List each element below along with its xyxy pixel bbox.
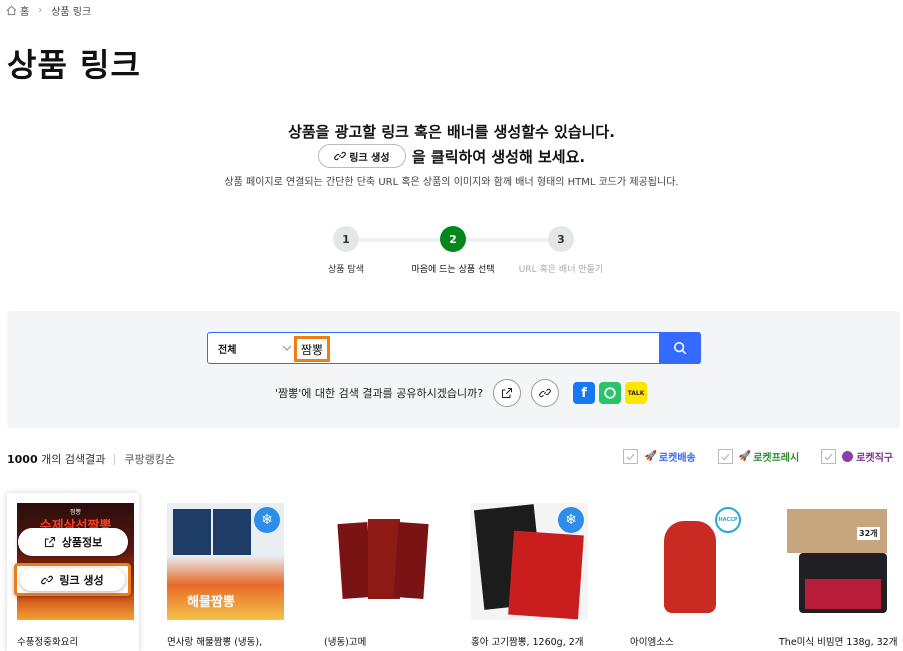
breadcrumb: 홈 › 상품 링크 [6, 3, 92, 18]
product-grid: 짬뽕 수제삼선짬뽕 상품정보 링크 생성 수풍정중화요리 해물짬뽕 ❄ 면사랑 … [7, 493, 903, 651]
search-bar: 전체 짬뽕 [207, 332, 701, 364]
create-link-pill: 링크 생성 [20, 568, 125, 591]
search-panel: 전체 짬뽕 '짬뽕'에 대한 검색 결과를 공유하시겠습니까? f TALK [7, 311, 900, 428]
inline-link-create-label: 링크 생성 [349, 152, 390, 164]
share-row: '짬뽕'에 대한 검색 결과를 공유하시겠습니까? f TALK [275, 379, 648, 407]
product-card[interactable]: (냉동)고메 [314, 493, 446, 651]
product-card[interactable]: 32개 The미식 비빔면 138g, 32개 [769, 493, 901, 651]
intro-headline-2: 링크 생성 을 클릭하여 생성해 보세요. [0, 144, 903, 168]
product-info-label: 상품정보 [61, 536, 103, 549]
product-image-text: 32개 [857, 527, 880, 540]
breadcrumb-current: 상품 링크 [51, 6, 92, 18]
product-card[interactable]: HACCP 아이엠소스 [620, 493, 752, 651]
share-prompt: '짬뽕'에 대한 검색 결과를 공유하시겠습니까? [275, 387, 484, 400]
divider [114, 453, 116, 465]
category-value: 전체 [218, 344, 237, 356]
step-1-circle: 1 [333, 226, 359, 252]
checkbox[interactable] [623, 449, 639, 464]
product-card[interactable]: 짬뽕 수제삼선짬뽕 상품정보 링크 생성 수풍정중화요리 [7, 493, 139, 651]
search-input[interactable]: 짬뽕 [294, 336, 330, 362]
product-title[interactable]: (냉동)고메 [324, 636, 454, 649]
kakaotalk-icon[interactable]: TALK [625, 382, 648, 404]
step-2-circle: 2 [440, 226, 466, 252]
progress-steps: 1 2 3 상품 탐색 마음에 드는 상품 선택 URL 혹은 배너 만들기 [316, 226, 616, 276]
external-link-button[interactable] [493, 379, 522, 407]
product-title[interactable]: 홍아 고기짬뽕, 1260g, 2개 [471, 636, 601, 649]
snowflake-icon: ❄ [558, 507, 584, 533]
product-title[interactable]: The미식 비빔면 138g, 32개 [779, 636, 903, 649]
filter-label: 로켓배송 [658, 453, 696, 464]
inline-link-create-button[interactable]: 링크 생성 [317, 144, 406, 168]
product-info-button[interactable]: 상품정보 [18, 528, 128, 556]
filter-label: 로켓프레시 [753, 453, 800, 464]
home-icon[interactable] [6, 5, 20, 16]
results-count: 1000 [7, 452, 38, 466]
haccp-badge: HACCP [715, 507, 741, 533]
checkbox[interactable] [821, 449, 837, 464]
rocket-global-icon [842, 451, 854, 462]
product-image[interactable]: 짬뽕 수제삼선짬뽕 [17, 503, 134, 620]
product-image[interactable]: 해물짬뽕 ❄ [167, 503, 284, 620]
filter-rocket-fresh[interactable]: 🚀 로켓프레시 [717, 449, 800, 464]
category-select[interactable]: 전체 [208, 333, 292, 363]
product-title[interactable]: 수풍정중화요리 [17, 636, 147, 649]
snowflake-icon: ❄ [254, 507, 280, 533]
breadcrumb-home[interactable]: 홈 [20, 3, 29, 18]
page-title: 상품 링크 [7, 46, 141, 84]
step-3-circle: 3 [548, 226, 574, 252]
rocket-icon: 🚀 [644, 451, 657, 462]
search-query-text: 짬뽕 [301, 342, 324, 357]
filter-rocket-global[interactable]: 로켓직구 [821, 449, 893, 464]
external-link-icon [44, 536, 55, 548]
step-2-label: 마음에 드는 상품 선택 [411, 265, 495, 275]
intro-line2-suffix: 을 클릭하여 생성해 보세요. [411, 147, 586, 166]
delivery-filters: 🚀 로켓배송 🚀 로켓프레시 로켓직구 [601, 449, 893, 464]
chevron-right-icon: › [38, 4, 43, 16]
results-count-suffix: 개의 검색결과 [37, 453, 106, 466]
link-icon [539, 388, 551, 398]
filter-label: 로켓직구 [856, 453, 893, 464]
intro-description: 상품 페이지로 연결되는 간단한 단축 URL 혹은 상품의 이미지와 함께 배… [224, 177, 679, 188]
link-icon [334, 151, 347, 161]
link-icon [41, 575, 54, 584]
results-summary: 1000 개의 검색결과 쿠팡랭킹순 [7, 451, 175, 467]
product-image[interactable]: ❄ [471, 503, 588, 620]
chevron-down-icon [282, 345, 292, 351]
facebook-icon[interactable]: f [573, 382, 596, 404]
product-image-text: 해물짬뽕 [187, 595, 235, 610]
external-link-icon [502, 387, 513, 399]
create-link-button[interactable]: 링크 생성 [14, 563, 131, 596]
rocket-fresh-icon: 🚀 [738, 451, 752, 462]
product-image[interactable]: 32개 [779, 503, 896, 620]
filter-rocket-delivery[interactable]: 🚀 로켓배송 [623, 449, 696, 464]
band-icon[interactable] [599, 382, 622, 404]
search-button[interactable] [659, 332, 701, 364]
step-1-label: 상품 탐색 [328, 265, 364, 275]
sort-option[interactable]: 쿠팡랭킹순 [124, 451, 175, 467]
product-image[interactable]: HACCP [630, 503, 747, 620]
product-card[interactable]: ❄ 홍아 고기짬뽕, 1260g, 2개 [461, 493, 593, 651]
product-title[interactable]: 면사랑 해물짬뽕 (냉동), [167, 636, 297, 649]
product-image[interactable] [324, 503, 441, 620]
product-title[interactable]: 아이엠소스 [630, 636, 760, 649]
step-3-label: URL 혹은 배너 만들기 [518, 265, 604, 275]
checkbox[interactable] [717, 449, 733, 464]
create-link-label: 링크 생성 [59, 573, 104, 587]
search-icon [673, 341, 687, 355]
copy-link-button[interactable] [531, 379, 560, 407]
product-card[interactable]: 해물짬뽕 ❄ 면사랑 해물짬뽕 (냉동), [157, 493, 289, 651]
intro-headline: 상품을 광고할 링크 혹은 배너를 생성할수 있습니다. [288, 123, 615, 141]
